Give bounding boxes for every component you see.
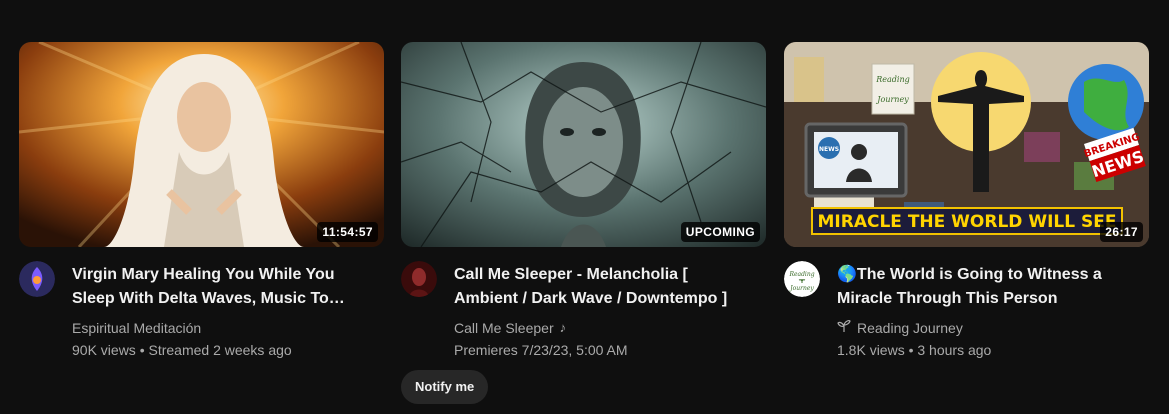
video-title[interactable]: 🌎The World is Going to Witness a Miracle… xyxy=(837,263,1149,311)
video-card[interactable]: Reading Journey BREAKING NEWS NEWS MIRAC… xyxy=(784,42,1149,361)
channel-name-text[interactable]: Call Me Sleeper xyxy=(454,317,554,339)
video-thumbnail[interactable]: 11:54:57 xyxy=(19,42,384,247)
video-card[interactable]: UPCOMING Call Me Sleeper - Melancholia [… xyxy=(401,42,766,404)
svg-text:MIRACLE THE WORLD WILL SEE: MIRACLE THE WORLD WILL SEE xyxy=(818,212,1117,232)
thumb-sign-text: Reading xyxy=(875,75,909,84)
sprout-icon xyxy=(837,317,851,339)
video-title[interactable]: Call Me Sleeper - Melancholia [ Ambient … xyxy=(454,263,766,311)
video-stats: 90K views • Streamed 2 weeks ago xyxy=(72,342,292,358)
video-stats: 1.8K views • 3 hours ago xyxy=(837,342,992,358)
thumbnail-image xyxy=(19,42,384,247)
upcoming-badge: UPCOMING xyxy=(680,222,760,242)
svg-text:Reading: Reading xyxy=(788,271,814,278)
video-title[interactable]: Virgin Mary Healing You While You Sleep … xyxy=(72,263,384,311)
video-thumbnail[interactable]: UPCOMING xyxy=(401,42,766,247)
thumbnail-image: Reading Journey BREAKING NEWS NEWS MIRAC… xyxy=(784,42,1149,247)
video-thumbnail[interactable]: Reading Journey BREAKING NEWS NEWS MIRAC… xyxy=(784,42,1149,247)
duration-badge: 11:54:57 xyxy=(317,222,378,242)
thumbnail-image xyxy=(401,42,766,247)
channel-name-text[interactable]: Reading Journey xyxy=(857,317,963,339)
channel-name[interactable]: Call Me Sleeper ♪ xyxy=(454,317,766,339)
svg-text:Journey: Journey xyxy=(788,285,814,292)
premiere-time: Premieres 7/23/23, 5:00 AM xyxy=(454,342,628,358)
svg-text:Journey: Journey xyxy=(875,95,909,104)
channel-avatar[interactable] xyxy=(401,261,437,297)
channel-name-text[interactable]: Espiritual Meditación xyxy=(72,317,201,339)
channel-avatar[interactable]: Reading Journey xyxy=(784,261,820,297)
channel-name[interactable]: Espiritual Meditación xyxy=(72,317,384,339)
video-card[interactable]: 11:54:57 Virgin Mary Healing You While Y… xyxy=(19,42,384,361)
channel-name[interactable]: Reading Journey xyxy=(837,317,1149,339)
channel-avatar[interactable] xyxy=(19,261,55,297)
notify-me-button[interactable]: Notify me xyxy=(401,370,489,404)
svg-text:NEWS: NEWS xyxy=(819,146,839,153)
duration-badge: 26:17 xyxy=(1100,222,1143,242)
music-note-icon: ♪ xyxy=(559,320,567,335)
